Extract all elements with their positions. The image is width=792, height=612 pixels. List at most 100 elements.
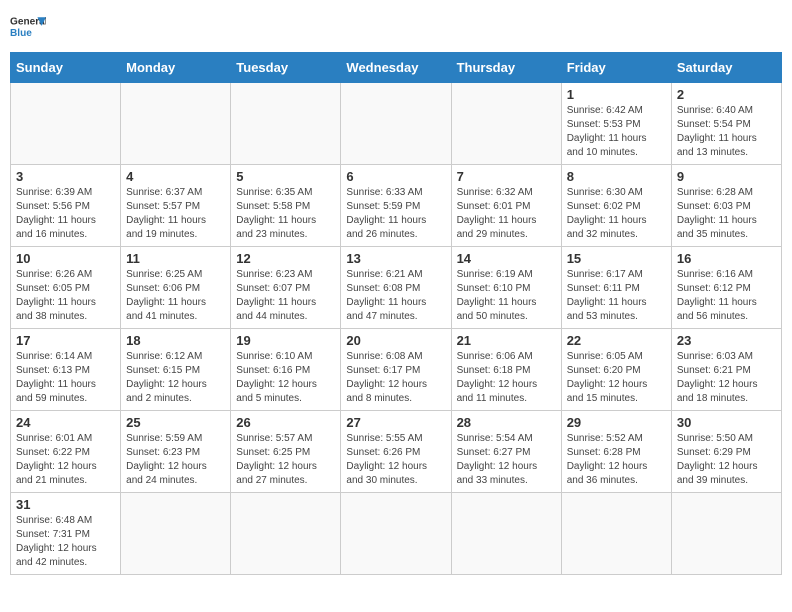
calendar-day-cell: 28 Sunrise: 5:54 AM Sunset: 6:27 PM Dayli… <box>451 411 561 493</box>
day-number: 11 <box>126 251 225 266</box>
calendar-day-cell: 29 Sunrise: 5:52 AM Sunset: 6:28 PM Dayli… <box>561 411 671 493</box>
day-info: Sunrise: 5:52 AM Sunset: 6:28 PM Dayligh… <box>567 432 666 488</box>
calendar-body: 1Sunrise: 6:42 AM Sunset: 5:53 PM Daylig… <box>11 83 782 575</box>
day-number: 25 <box>126 415 225 430</box>
calendar-day-cell: 13 Sunrise: 6:21 AM Sunset: 6:08 PM Dayli… <box>341 247 451 329</box>
day-info: Sunrise: 6:01 AM Sunset: 6:22 PM Dayligh… <box>16 432 115 488</box>
weekday-header: SundayMondayTuesdayWednesdayThursdayFrid… <box>11 53 782 83</box>
calendar: SundayMondayTuesdayWednesdayThursdayFrid… <box>10 52 782 575</box>
day-info: Sunrise: 6:21 AM Sunset: 6:08 PM Dayligh… <box>346 268 445 324</box>
day-info: Sunrise: 6:10 AM Sunset: 6:16 PM Dayligh… <box>236 350 335 406</box>
calendar-day-cell: 26 Sunrise: 5:57 AM Sunset: 6:25 PM Dayli… <box>231 411 341 493</box>
day-number: 28 <box>457 415 556 430</box>
day-number: 22 <box>567 333 666 348</box>
day-info: Sunrise: 6:12 AM Sunset: 6:15 PM Dayligh… <box>126 350 225 406</box>
day-info: Sunrise: 6:08 AM Sunset: 6:17 PM Dayligh… <box>346 350 445 406</box>
calendar-day-cell <box>561 493 671 575</box>
calendar-day-cell: 10 Sunrise: 6:26 AM Sunset: 6:05 PM Dayli… <box>11 247 121 329</box>
calendar-day-cell: 20Sunrise: 6:08 AM Sunset: 6:17 PM Dayli… <box>341 329 451 411</box>
calendar-week-row: 24Sunrise: 6:01 AM Sunset: 6:22 PM Dayli… <box>11 411 782 493</box>
calendar-day-cell: 30Sunrise: 5:50 AM Sunset: 6:29 PM Dayli… <box>671 411 781 493</box>
calendar-day-cell: 9Sunrise: 6:28 AM Sunset: 6:03 PM Daylig… <box>671 165 781 247</box>
day-info: Sunrise: 6:05 AM Sunset: 6:20 PM Dayligh… <box>567 350 666 406</box>
day-number: 19 <box>236 333 335 348</box>
day-info: Sunrise: 6:42 AM Sunset: 5:53 PM Dayligh… <box>567 104 666 160</box>
day-number: 3 <box>16 169 115 184</box>
calendar-day-cell <box>671 493 781 575</box>
day-number: 6 <box>346 169 445 184</box>
calendar-day-cell <box>121 83 231 165</box>
day-number: 13 <box>346 251 445 266</box>
day-info: Sunrise: 6:26 AM Sunset: 6:05 PM Dayligh… <box>16 268 115 324</box>
calendar-week-row: 17Sunrise: 6:14 AM Sunset: 6:13 PM Dayli… <box>11 329 782 411</box>
day-number: 31 <box>16 497 115 512</box>
day-info: Sunrise: 6:35 AM Sunset: 5:58 PM Dayligh… <box>236 186 335 242</box>
day-number: 21 <box>457 333 556 348</box>
svg-text:Blue: Blue <box>10 28 32 39</box>
day-info: Sunrise: 5:55 AM Sunset: 6:26 PM Dayligh… <box>346 432 445 488</box>
day-info: Sunrise: 6:40 AM Sunset: 5:54 PM Dayligh… <box>677 104 776 160</box>
day-number: 26 <box>236 415 335 430</box>
calendar-day-cell <box>11 83 121 165</box>
calendar-day-cell: 25 Sunrise: 5:59 AM Sunset: 6:23 PM Dayli… <box>121 411 231 493</box>
calendar-day-cell: 24Sunrise: 6:01 AM Sunset: 6:22 PM Dayli… <box>11 411 121 493</box>
day-number: 14 <box>457 251 556 266</box>
calendar-day-cell: 4 Sunrise: 6:37 AM Sunset: 5:57 PM Daylig… <box>121 165 231 247</box>
day-info: Sunrise: 6:19 AM Sunset: 6:10 PM Dayligh… <box>457 268 556 324</box>
calendar-day-cell: 5 Sunrise: 6:35 AM Sunset: 5:58 PM Daylig… <box>231 165 341 247</box>
day-info: Sunrise: 5:59 AM Sunset: 6:23 PM Dayligh… <box>126 432 225 488</box>
calendar-day-cell: 22 Sunrise: 6:05 AM Sunset: 6:20 PM Dayli… <box>561 329 671 411</box>
calendar-day-cell: 19 Sunrise: 6:10 AM Sunset: 6:16 PM Dayli… <box>231 329 341 411</box>
calendar-day-cell: 21 Sunrise: 6:06 AM Sunset: 6:18 PM Dayli… <box>451 329 561 411</box>
calendar-week-row: 3 Sunrise: 6:39 AM Sunset: 5:56 PM Daylig… <box>11 165 782 247</box>
day-number: 2 <box>677 87 776 102</box>
day-info: Sunrise: 5:57 AM Sunset: 6:25 PM Dayligh… <box>236 432 335 488</box>
day-number: 15 <box>567 251 666 266</box>
calendar-day-cell: 1Sunrise: 6:42 AM Sunset: 5:53 PM Daylig… <box>561 83 671 165</box>
day-number: 29 <box>567 415 666 430</box>
day-number: 16 <box>677 251 776 266</box>
calendar-day-cell <box>231 83 341 165</box>
day-info: Sunrise: 5:54 AM Sunset: 6:27 PM Dayligh… <box>457 432 556 488</box>
calendar-day-cell <box>451 493 561 575</box>
calendar-week-row: 31 Sunrise: 6:48 AM Sunset: 7:31 PM Dayli… <box>11 493 782 575</box>
calendar-day-cell: 6 Sunrise: 6:33 AM Sunset: 5:59 PM Daylig… <box>341 165 451 247</box>
day-info: Sunrise: 6:17 AM Sunset: 6:11 PM Dayligh… <box>567 268 666 324</box>
calendar-day-cell: 14 Sunrise: 6:19 AM Sunset: 6:10 PM Dayli… <box>451 247 561 329</box>
day-info: Sunrise: 6:48 AM Sunset: 7:31 PM Dayligh… <box>16 514 115 570</box>
day-info: Sunrise: 6:16 AM Sunset: 6:12 PM Dayligh… <box>677 268 776 324</box>
day-info: Sunrise: 6:32 AM Sunset: 6:01 PM Dayligh… <box>457 186 556 242</box>
day-info: Sunrise: 6:06 AM Sunset: 6:18 PM Dayligh… <box>457 350 556 406</box>
header: General Blue <box>10 10 782 46</box>
day-info: Sunrise: 5:50 AM Sunset: 6:29 PM Dayligh… <box>677 432 776 488</box>
calendar-week-row: 1Sunrise: 6:42 AM Sunset: 5:53 PM Daylig… <box>11 83 782 165</box>
calendar-day-cell <box>451 83 561 165</box>
calendar-day-cell: 16 Sunrise: 6:16 AM Sunset: 6:12 PM Dayli… <box>671 247 781 329</box>
calendar-day-cell: 7Sunrise: 6:32 AM Sunset: 6:01 PM Daylig… <box>451 165 561 247</box>
calendar-day-cell <box>121 493 231 575</box>
day-number: 10 <box>16 251 115 266</box>
calendar-day-cell: 15 Sunrise: 6:17 AM Sunset: 6:11 PM Dayli… <box>561 247 671 329</box>
weekday-header-cell: Sunday <box>11 53 121 83</box>
calendar-day-cell: 8Sunrise: 6:30 AM Sunset: 6:02 PM Daylig… <box>561 165 671 247</box>
calendar-day-cell: 23Sunrise: 6:03 AM Sunset: 6:21 PM Dayli… <box>671 329 781 411</box>
calendar-day-cell: 31 Sunrise: 6:48 AM Sunset: 7:31 PM Dayli… <box>11 493 121 575</box>
logo: General Blue <box>10 10 46 46</box>
day-number: 4 <box>126 169 225 184</box>
day-info: Sunrise: 6:30 AM Sunset: 6:02 PM Dayligh… <box>567 186 666 242</box>
calendar-day-cell <box>341 83 451 165</box>
calendar-week-row: 10 Sunrise: 6:26 AM Sunset: 6:05 PM Dayli… <box>11 247 782 329</box>
weekday-header-cell: Thursday <box>451 53 561 83</box>
day-info: Sunrise: 6:14 AM Sunset: 6:13 PM Dayligh… <box>16 350 115 406</box>
weekday-header-cell: Friday <box>561 53 671 83</box>
calendar-day-cell: 17Sunrise: 6:14 AM Sunset: 6:13 PM Dayli… <box>11 329 121 411</box>
weekday-header-cell: Tuesday <box>231 53 341 83</box>
calendar-day-cell: 11Sunrise: 6:25 AM Sunset: 6:06 PM Dayli… <box>121 247 231 329</box>
calendar-day-cell <box>341 493 451 575</box>
calendar-day-cell: 2 Sunrise: 6:40 AM Sunset: 5:54 PM Daylig… <box>671 83 781 165</box>
day-info: Sunrise: 6:37 AM Sunset: 5:57 PM Dayligh… <box>126 186 225 242</box>
day-number: 5 <box>236 169 335 184</box>
day-info: Sunrise: 6:39 AM Sunset: 5:56 PM Dayligh… <box>16 186 115 242</box>
day-info: Sunrise: 6:23 AM Sunset: 6:07 PM Dayligh… <box>236 268 335 324</box>
day-info: Sunrise: 6:33 AM Sunset: 5:59 PM Dayligh… <box>346 186 445 242</box>
